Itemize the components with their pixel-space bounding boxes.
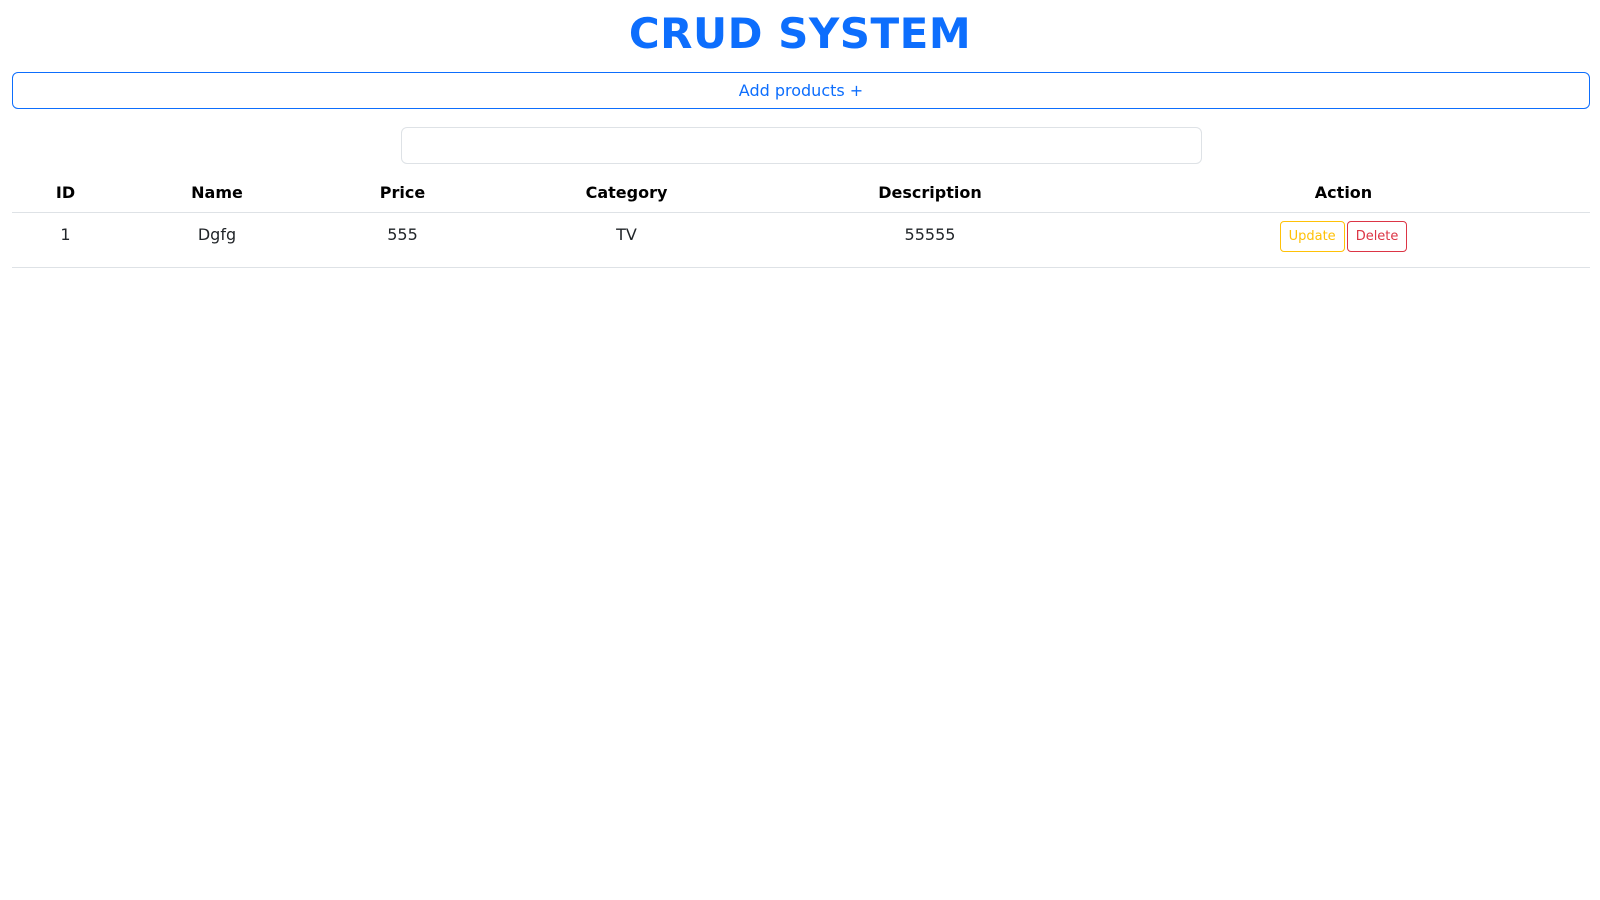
cell-name: Dgfg — [119, 212, 315, 268]
column-header-category: Category — [490, 172, 763, 213]
column-header-description: Description — [763, 172, 1097, 213]
cell-action: Update Delete — [1097, 212, 1590, 268]
cell-price: 555 — [315, 212, 490, 268]
search-input[interactable] — [401, 127, 1202, 164]
column-header-price: Price — [315, 172, 490, 213]
cell-category: TV — [490, 212, 763, 268]
table-header: ID Name Price Category Description Actio… — [12, 172, 1590, 213]
update-button[interactable]: Update — [1279, 221, 1345, 252]
page-title: CRUD SYSTEM — [628, 9, 972, 58]
products-table: ID Name Price Category Description Actio… — [12, 172, 1590, 268]
cell-id: 1 — [12, 212, 119, 268]
column-header-action: Action — [1097, 172, 1590, 213]
table-row: 1 Dgfg 555 TV 55555 Update Delete — [12, 212, 1590, 268]
column-header-name: Name — [119, 172, 315, 213]
page: CRUD SYSTEM Add products + ID Name Price… — [0, 0, 1600, 900]
delete-button[interactable]: Delete — [1346, 221, 1408, 252]
header-row: ID Name Price Category Description Actio… — [12, 172, 1590, 213]
cell-description: 55555 — [763, 212, 1097, 268]
add-products-button[interactable]: Add products + — [12, 72, 1590, 109]
table-body: 1 Dgfg 555 TV 55555 Update Delete — [12, 212, 1590, 268]
column-header-id: ID — [12, 172, 119, 213]
